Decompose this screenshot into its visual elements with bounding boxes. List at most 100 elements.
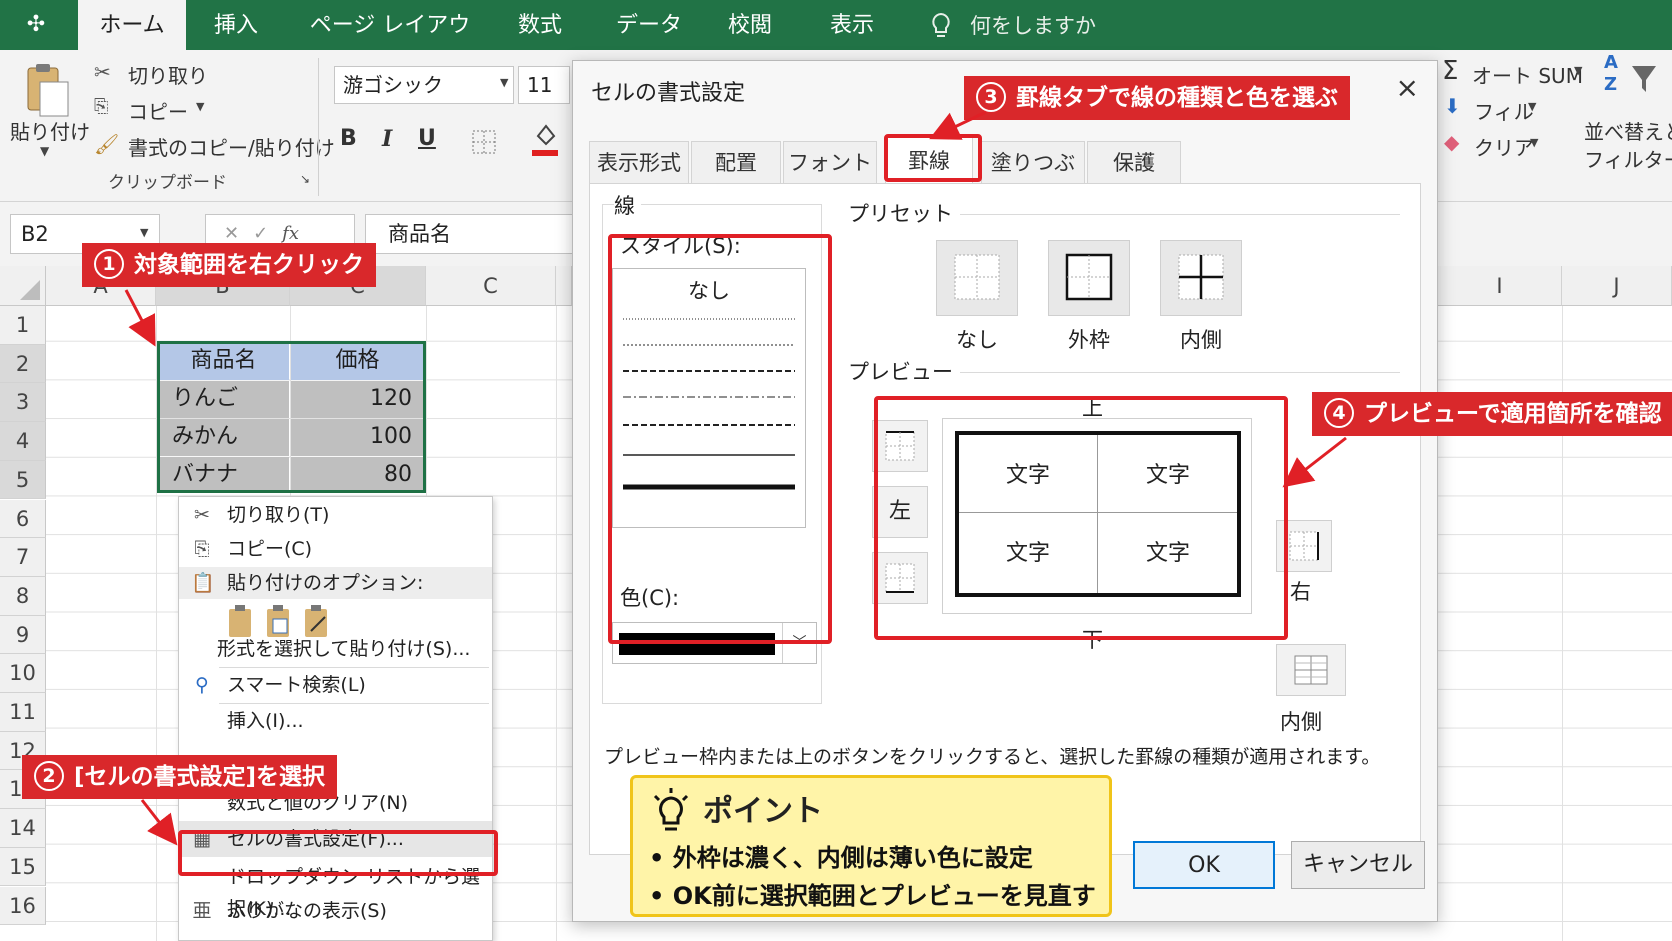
preset-inside-icon xyxy=(1178,254,1224,300)
tab-view[interactable]: 表示 xyxy=(820,0,884,50)
paste-dropdown-icon[interactable]: ▼ xyxy=(40,144,49,158)
menu-insert-label: 挿入(I)... xyxy=(227,710,304,732)
preset-inside-button[interactable] xyxy=(1160,240,1242,316)
tab-home[interactable]: ホーム xyxy=(78,0,186,50)
row-header[interactable]: 6 xyxy=(0,499,46,539)
eraser-icon: ◆ xyxy=(1444,130,1460,154)
underline-button[interactable]: U xyxy=(418,126,436,151)
menu-smart-lookup[interactable]: ⚲ スマート検索(L) xyxy=(179,669,492,701)
clipboard-icon: 📋 xyxy=(191,572,215,594)
tab-alignment[interactable]: 配置 xyxy=(691,141,781,183)
autosum-button[interactable]: オート SUM xyxy=(1472,60,1583,89)
border-inside-button[interactable] xyxy=(1276,644,1346,696)
tab-number[interactable]: 表示形式 xyxy=(589,141,689,183)
menu-cut-label: 切り取り(T) xyxy=(227,504,330,526)
fx-icon[interactable]: fx xyxy=(282,223,299,244)
selection-range xyxy=(157,341,426,493)
preset-none-label: なし xyxy=(956,328,998,352)
menu-separator xyxy=(219,667,489,668)
tips-line-2: • OK前に選択範囲とプレビューを見直す xyxy=(649,882,1096,910)
tab-protection[interactable]: 保護 xyxy=(1087,141,1181,183)
row-header[interactable]: 11 xyxy=(0,693,46,732)
sigma-icon: Σ xyxy=(1442,56,1459,86)
tell-me-label: 何をしますか xyxy=(970,14,1096,38)
cut-button[interactable]: 切り取り xyxy=(128,60,208,89)
column-header-j[interactable]: J xyxy=(1562,266,1672,306)
row-header[interactable]: 10 xyxy=(0,654,46,693)
clipboard-launcher-icon[interactable]: ↘ xyxy=(300,172,310,186)
menu-phonetic[interactable]: 亜ふりがなの表示(S) xyxy=(179,895,492,927)
group-separator xyxy=(318,58,319,196)
cancel-button[interactable]: キャンセル xyxy=(1291,841,1425,889)
font-name-dropdown-icon[interactable]: ▼ xyxy=(500,76,508,89)
row-header[interactable]: 16 xyxy=(0,886,46,926)
menu-separator xyxy=(219,703,489,704)
row-header[interactable]: 9 xyxy=(0,615,46,655)
menu-cut[interactable]: ✂ 切り取り(T) xyxy=(179,499,492,531)
select-all-corner[interactable] xyxy=(0,266,46,306)
row-header[interactable]: 8 xyxy=(0,576,46,616)
row-header[interactable]: 3 xyxy=(0,383,46,423)
tab-page-layout[interactable]: ページ レイアウト xyxy=(300,0,480,90)
dialog-title: セルの書式設定 xyxy=(591,81,746,106)
preset-none-button[interactable] xyxy=(936,240,1018,316)
tell-me-box[interactable]: 何をしますか xyxy=(930,0,1096,50)
step4-text: プレビューで適用箇所を確認 xyxy=(1364,401,1662,427)
formula-input[interactable]: 商品名 xyxy=(365,214,585,254)
column-header-c2[interactable]: C xyxy=(426,266,556,306)
row-header[interactable]: 15 xyxy=(0,847,46,887)
tab-review[interactable]: 校閲 xyxy=(718,0,782,50)
filter-funnel-icon xyxy=(1632,66,1656,92)
tab-data[interactable]: データ xyxy=(608,0,690,50)
tab-fill[interactable]: 塗りつぶし xyxy=(981,141,1085,217)
name-box-dropdown-icon[interactable]: ▼ xyxy=(140,226,148,239)
fill-button[interactable]: フィル xyxy=(1474,96,1534,125)
borders-icon[interactable] xyxy=(470,128,498,156)
sort-filter-label-2[interactable]: フィルター xyxy=(1584,144,1672,173)
lightbulb-icon xyxy=(932,12,950,37)
preview-group-label: プレビュー xyxy=(848,356,959,386)
fill-down-icon: ⬇ xyxy=(1444,94,1461,118)
step1-number: 1 xyxy=(94,248,124,279)
highlight-line-style xyxy=(608,234,832,644)
paste-icon[interactable] xyxy=(22,62,70,120)
menu-insert[interactable]: 挿入(I)... xyxy=(179,705,492,737)
copy-dropdown-icon[interactable]: ▼ xyxy=(196,100,204,113)
copy-icon: ⎘ xyxy=(94,96,109,117)
row-header[interactable]: 5 xyxy=(0,460,46,500)
row-header[interactable]: 1 xyxy=(0,306,46,345)
paste-button-label[interactable]: 貼り付け xyxy=(10,116,90,145)
row-header[interactable]: 4 xyxy=(0,422,46,461)
clear-button[interactable]: クリア xyxy=(1474,132,1534,161)
fill-color-icon[interactable] xyxy=(530,120,560,158)
menu-copy-label: コピー(C) xyxy=(227,538,313,560)
clear-dropdown-icon[interactable]: ▼ xyxy=(1530,136,1538,149)
tab-insert[interactable]: 挿入 xyxy=(198,0,274,50)
bold-button[interactable]: B xyxy=(340,126,357,151)
tips-box: ポイント • 外枠は濃く、内側は薄い色に設定 • OK前に選択範囲とプレビューを… xyxy=(630,775,1112,917)
tab-font[interactable]: フォント xyxy=(783,141,877,183)
step2-callout: 2 [セルの書式設定]を選択 xyxy=(22,755,338,799)
fill-dropdown-icon[interactable]: ▼ xyxy=(1528,100,1536,113)
menu-paste-special[interactable]: 形式を選択して貼り付け(S)... xyxy=(179,633,492,665)
format-painter-icon: 🖌 xyxy=(94,132,120,156)
copy-button[interactable]: コピー xyxy=(128,96,188,125)
tab-formulas[interactable]: 数式 xyxy=(508,0,572,50)
sort-filter-label-1[interactable]: 並べ替えと xyxy=(1584,116,1672,145)
format-painter-button[interactable]: 書式のコピー/貼り付け xyxy=(128,132,335,161)
step3-callout: 3 罫線タブで線の種類と色を選ぶ xyxy=(964,76,1350,120)
row-header[interactable]: 2 xyxy=(0,344,46,384)
close-icon[interactable]: × xyxy=(1396,71,1419,104)
font-name-select[interactable]: 游ゴシック xyxy=(334,66,514,104)
menu-paste-options-label: 貼り付けのオプション: xyxy=(227,572,424,594)
font-size-select[interactable]: 11 xyxy=(518,66,570,104)
column-header-i[interactable]: I xyxy=(1438,266,1562,306)
italic-button[interactable]: I xyxy=(382,126,392,152)
ok-button[interactable]: OK xyxy=(1133,841,1275,889)
app-menu-icon[interactable]: ✣ xyxy=(18,12,54,38)
autosum-dropdown-icon[interactable]: ▼ xyxy=(1574,64,1582,77)
preset-outline-button[interactable] xyxy=(1048,240,1130,316)
row-header[interactable]: 14 xyxy=(0,809,46,848)
row-header[interactable]: 7 xyxy=(0,538,46,577)
menu-copy[interactable]: ⎘ コピー(C) xyxy=(179,533,492,565)
